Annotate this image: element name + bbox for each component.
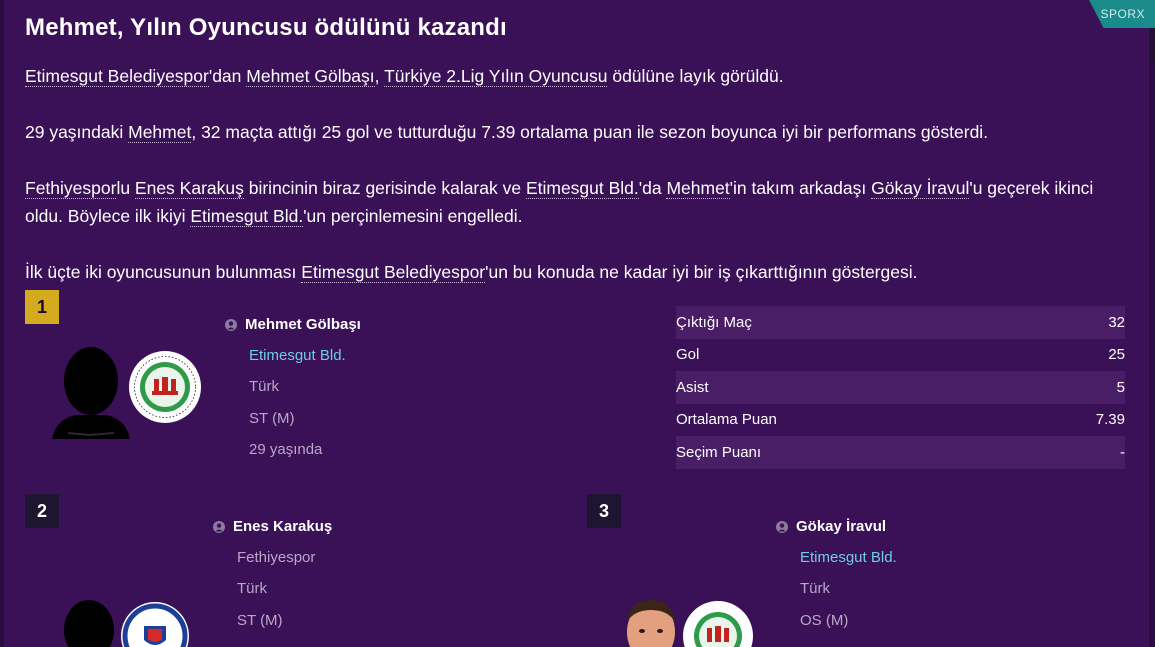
award-link[interactable]: Türkiye 2.Lig Yılın Oyuncusu bbox=[384, 66, 608, 87]
player-age: 29 yaşında bbox=[249, 441, 323, 458]
club-link[interactable]: Etimesgut Bld. bbox=[190, 206, 304, 227]
player-nationality: Türk bbox=[249, 378, 279, 395]
text: lu bbox=[116, 178, 135, 198]
player-link[interactable]: Gökay İravul bbox=[871, 178, 970, 199]
player-club-link[interactable]: Etimesgut Bld. bbox=[800, 549, 897, 566]
stat-value: - bbox=[1120, 443, 1125, 461]
player-link[interactable]: Mehmet bbox=[666, 178, 730, 199]
text: birincinin biraz gerisinde kalarak ve bbox=[243, 178, 526, 198]
stat-row: Asist 5 bbox=[676, 371, 1125, 404]
player-name-label: Gökay İravul bbox=[796, 518, 887, 535]
player-name-2[interactable]: Enes Karakuş bbox=[213, 518, 332, 535]
player-link[interactable]: Mehmet bbox=[128, 122, 192, 143]
stat-value: 7.39 bbox=[1095, 411, 1125, 429]
rank-number: 1 bbox=[36, 296, 47, 317]
player-link[interactable]: Mehmet Gölbaşı bbox=[246, 66, 375, 87]
window-left-edge bbox=[0, 0, 4, 647]
club-link[interactable]: Etimesgut Belediyespor bbox=[301, 262, 486, 283]
rank-badge-1: 1 bbox=[25, 290, 59, 324]
source-tag-label: SPORX bbox=[1100, 7, 1145, 21]
player-name-1[interactable]: Mehmet Gölbaşı bbox=[225, 316, 361, 333]
paragraph-runner-up: Fethiyesporlu Enes Karakuş birincinin bi… bbox=[25, 174, 1115, 230]
rank-badge-2: 2 bbox=[25, 494, 59, 528]
text: 29 yaşındaki bbox=[25, 122, 129, 142]
paragraph-conclusion: İlk üçte iki oyuncusunun bulunması Etime… bbox=[25, 258, 1115, 286]
stat-label: Asist bbox=[676, 378, 709, 396]
scrollbar-thumb[interactable] bbox=[1149, 28, 1155, 62]
source-tag: SPORX bbox=[1089, 0, 1155, 28]
rank-number: 3 bbox=[598, 500, 609, 521]
stat-label: Çıktığı Maç bbox=[676, 313, 752, 331]
stat-label: Seçim Puanı bbox=[676, 443, 762, 461]
text: 'dan bbox=[208, 66, 247, 86]
stats-table: Çıktığı Maç 32 Gol 25 Asist 5 Ortalama Puan… bbox=[676, 306, 1125, 469]
rank-badge-3: 3 bbox=[587, 494, 621, 528]
text: 'un perçinlemesini engelledi. bbox=[303, 206, 523, 226]
player-position: ST (M) bbox=[249, 410, 295, 427]
text: , 32 maçta attığı 25 gol ve tutturduğu 7… bbox=[191, 122, 989, 142]
player-photo[interactable] bbox=[618, 598, 684, 647]
player-silhouette-icon[interactable] bbox=[56, 600, 122, 647]
scrollbar-track[interactable] bbox=[1149, 0, 1155, 647]
stat-row: Gol 25 bbox=[676, 338, 1125, 371]
etimesgut-badge-icon[interactable] bbox=[682, 600, 754, 647]
stat-row: Çıktığı Maç 32 bbox=[676, 306, 1125, 339]
player-name-3[interactable]: Gökay İravul bbox=[776, 518, 886, 535]
rank-number: 2 bbox=[36, 500, 47, 521]
club-link[interactable]: Fethiyespor bbox=[25, 178, 117, 199]
text: ödülüne layık görüldü. bbox=[607, 66, 784, 86]
etimesgut-badge-icon[interactable] bbox=[128, 349, 202, 425]
text: 'da bbox=[638, 178, 667, 198]
page-title: Mehmet, Yılın Oyuncusu ödülünü kazandı bbox=[25, 14, 507, 41]
text: İlk üçte iki oyuncusunun bulunması bbox=[25, 262, 302, 282]
person-icon bbox=[776, 520, 788, 533]
player-club-link[interactable]: Etimesgut Bld. bbox=[249, 347, 346, 364]
player-name-label: Mehmet Gölbaşı bbox=[245, 316, 361, 333]
player-position: ST (M) bbox=[237, 612, 283, 629]
stat-value: 25 bbox=[1108, 346, 1125, 364]
player-link[interactable]: Enes Karakuş bbox=[134, 178, 244, 199]
text: 'un bu konuda ne kadar iyi bir iş çıkart… bbox=[485, 262, 918, 282]
text: 'in takım arkadaşı bbox=[729, 178, 872, 198]
player-silhouette-icon[interactable] bbox=[50, 345, 132, 439]
player-position: OS (M) bbox=[800, 612, 849, 629]
person-icon bbox=[225, 318, 237, 331]
player-club[interactable]: Fethiyespor bbox=[237, 549, 315, 566]
player-nationality: Türk bbox=[237, 580, 267, 597]
fethiyespor-badge-icon[interactable] bbox=[120, 600, 190, 647]
stat-row: Seçim Puanı - bbox=[676, 436, 1125, 469]
player-name-label: Enes Karakuş bbox=[233, 518, 333, 535]
club-link[interactable]: Etimesgut Bld. bbox=[525, 178, 639, 199]
paragraph-award: Etimesgut Belediyespor'dan Mehmet Gölbaş… bbox=[25, 62, 1115, 90]
stat-row: Ortalama Puan 7.39 bbox=[676, 403, 1125, 436]
stat-value: 32 bbox=[1108, 313, 1125, 331]
text: , bbox=[374, 66, 385, 86]
stat-label: Gol bbox=[676, 346, 700, 364]
person-icon bbox=[213, 520, 225, 533]
player-nationality: Türk bbox=[800, 580, 830, 597]
stat-value: 5 bbox=[1116, 378, 1125, 396]
stat-label: Ortalama Puan bbox=[676, 411, 777, 429]
paragraph-performance: 29 yaşındaki Mehmet, 32 maçta attığı 25 … bbox=[25, 118, 1115, 146]
club-link[interactable]: Etimesgut Belediyespor bbox=[25, 66, 209, 87]
